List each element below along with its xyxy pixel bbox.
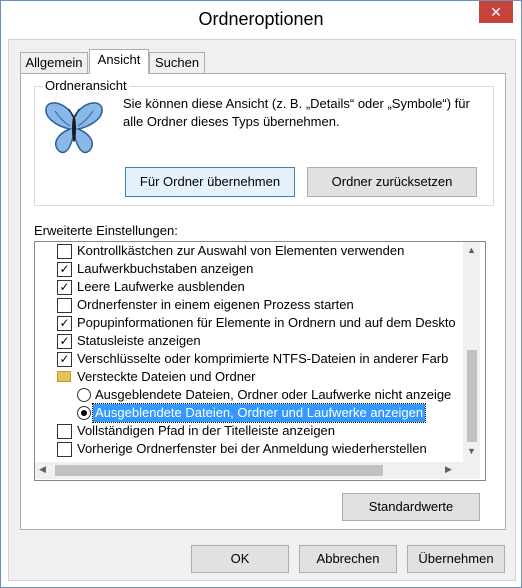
advanced-settings-label: Erweiterte Einstellungen: [34,223,178,238]
ok-button[interactable]: OK [191,545,289,573]
scroll-up-icon[interactable]: ▲ [467,245,476,255]
checkbox[interactable]: ✓ [57,334,72,349]
tab-suchen[interactable]: Suchen [149,52,205,73]
defaults-button[interactable]: Standardwerte [342,493,480,521]
folder-view-description: Sie können diese Ansicht (z. B. „Details… [123,96,470,129]
list-item-label: Ordnerfenster in einem eigenen Prozess s… [77,297,354,312]
advanced-settings-list[interactable]: Kontrollkästchen zur Auswahl von Element… [34,241,486,481]
list-item-label: Leere Laufwerke ausblenden [77,279,245,294]
apply-to-folders-button[interactable]: Für Ordner übernehmen [125,167,295,197]
folder-icon [57,371,71,382]
list-item-label: Statusleiste anzeigen [77,333,201,348]
radio-button[interactable] [77,388,91,402]
checkbox[interactable] [57,424,72,439]
cancel-button[interactable]: Abbrechen [299,545,397,573]
checkbox[interactable]: ✓ [57,280,72,295]
list-item-label: Kontrollkästchen zur Auswahl von Element… [77,243,405,258]
list-item-label: Popupinformationen für Elemente in Ordne… [77,315,456,330]
radio-button-selected[interactable] [77,406,91,420]
checkbox[interactable]: ✓ [57,262,72,277]
checkbox[interactable]: ✓ [57,316,72,331]
folder-view-label: Ordneransicht [43,78,129,93]
butterfly-icon [45,102,103,154]
checkbox[interactable] [57,244,72,259]
dialog-client-area: Allgemein Ansicht Suchen Ordneransicht S… [8,39,516,581]
list-item-label: Verschlüsselte oder komprimierte NTFS-Da… [77,351,449,366]
horizontal-scroll-thumb[interactable] [55,465,383,476]
list-item-label: Ausgeblendete Dateien, Ordner und Laufwe… [91,403,427,423]
list-item-label: Versteckte Dateien und Ordner [77,369,256,384]
window-title: Ordneroptionen [198,9,324,29]
apply-button[interactable]: Übernehmen [407,545,505,573]
scroll-corner [463,462,480,479]
horizontal-scrollbar[interactable]: ◀ ▶ [35,462,463,479]
scroll-down-icon[interactable]: ▼ [467,446,476,456]
checkbox[interactable]: ✓ [57,352,72,367]
list-item-label: Laufwerkbuchstaben anzeigen [77,261,254,276]
list-item-label: Vorherige Ordnerfenster bei der Anmeldun… [77,441,427,456]
close-icon[interactable]: ✕ [479,1,513,23]
checkbox[interactable] [57,442,72,457]
tab-allgemein[interactable]: Allgemein [20,52,88,73]
advanced-settings-rows: Kontrollkästchen zur Auswahl von Element… [35,242,463,462]
title-bar: Ordneroptionen ✕ [1,1,521,39]
reset-folders-button[interactable]: Ordner zurücksetzen [307,167,477,197]
vertical-scrollbar[interactable]: ▲ ▼ [463,242,480,462]
checkbox[interactable] [57,298,72,313]
vertical-scroll-thumb[interactable] [467,350,477,442]
list-item-label: Ausgeblendete Dateien, Ordner oder Laufw… [95,387,452,402]
tab-panel-ansicht: Ordneransicht Sie können diese Ansicht (… [20,73,506,530]
dialog-window: Ordneroptionen ✕ Allgemein Ansicht Suche… [0,0,522,588]
tab-ansicht[interactable]: Ansicht [89,49,149,74]
folder-view-group: Ordneransicht Sie können diese Ansicht (… [34,78,494,206]
list-item-label: Vollständigen Pfad in der Titelleiste an… [77,423,336,438]
scroll-right-icon[interactable]: ▶ [445,464,452,475]
scroll-left-icon[interactable]: ◀ [39,464,46,475]
